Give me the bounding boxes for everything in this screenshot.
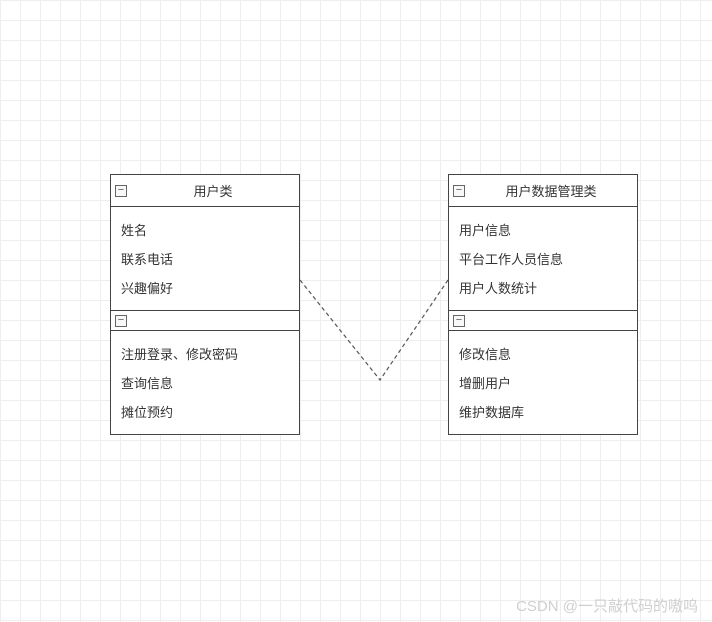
- collapse-icon[interactable]: −: [115, 315, 127, 327]
- methods-section: 修改信息 增删用户 维护数据库: [449, 331, 637, 434]
- collapse-icon[interactable]: −: [453, 185, 465, 197]
- attribute: 姓名: [121, 215, 289, 244]
- uml-class-user-data-mgr[interactable]: − 用户数据管理类 用户信息 平台工作人员信息 用户人数统计 − 修改信息 增删…: [448, 174, 638, 435]
- class-title: 用户数据管理类: [505, 184, 596, 199]
- attribute: 兴趣偏好: [121, 273, 289, 302]
- methods-header: −: [111, 311, 299, 331]
- uml-class-user[interactable]: − 用户类 姓名 联系电话 兴趣偏好 − 注册登录、修改密码 查询信息 摊位预约: [110, 174, 300, 435]
- class-title: 用户类: [193, 184, 232, 199]
- method: 摊位预约: [121, 397, 289, 426]
- method: 查询信息: [121, 368, 289, 397]
- methods-header: −: [449, 311, 637, 331]
- collapse-icon[interactable]: −: [115, 185, 127, 197]
- watermark: CSDN @一只敲代码的嗷呜: [516, 595, 698, 616]
- attribute: 平台工作人员信息: [459, 244, 627, 273]
- attribute: 联系电话: [121, 244, 289, 273]
- method: 增删用户: [459, 368, 627, 397]
- class-title-row: − 用户类: [111, 175, 299, 207]
- attribute: 用户信息: [459, 215, 627, 244]
- method: 维护数据库: [459, 397, 627, 426]
- collapse-icon[interactable]: −: [453, 315, 465, 327]
- method: 修改信息: [459, 339, 627, 368]
- attribute: 用户人数统计: [459, 273, 627, 302]
- method: 注册登录、修改密码: [121, 339, 289, 368]
- attributes-section: 用户信息 平台工作人员信息 用户人数统计: [449, 207, 637, 311]
- class-title-row: − 用户数据管理类: [449, 175, 637, 207]
- attributes-section: 姓名 联系电话 兴趣偏好: [111, 207, 299, 311]
- methods-section: 注册登录、修改密码 查询信息 摊位预约: [111, 331, 299, 434]
